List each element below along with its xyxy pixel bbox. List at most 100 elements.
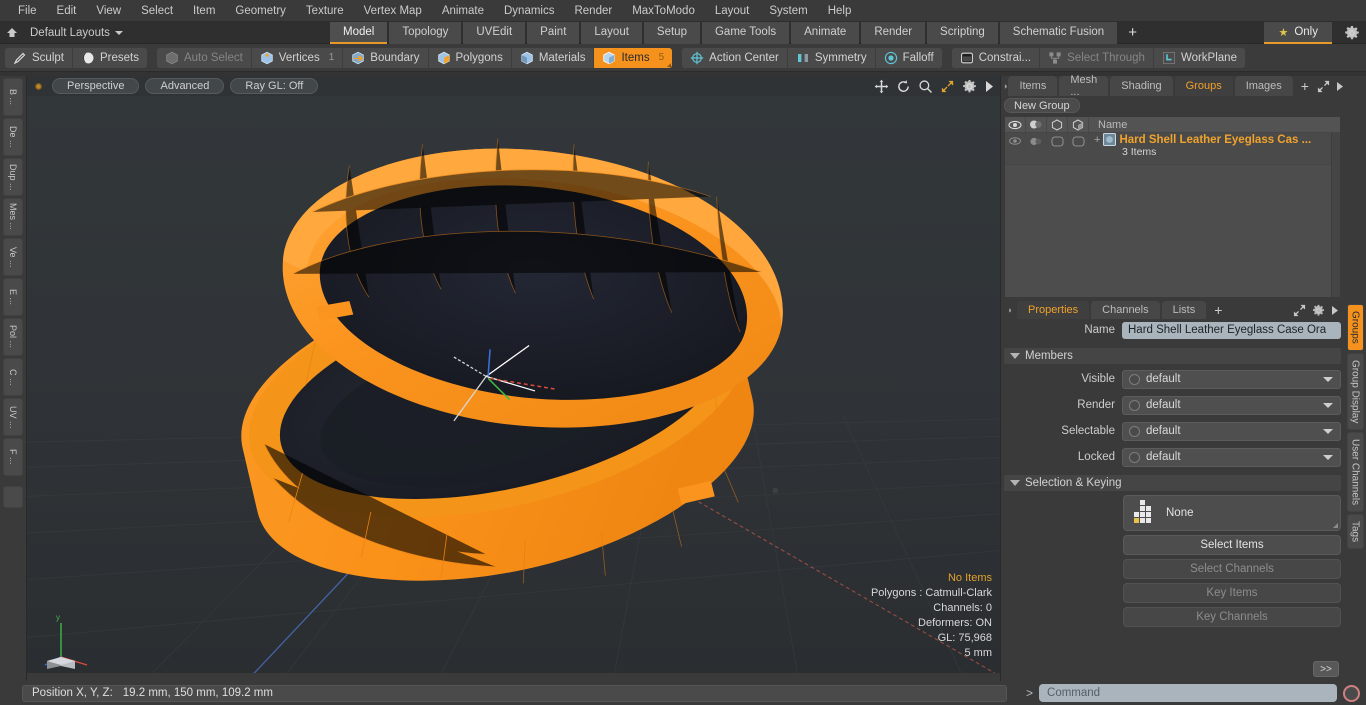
- gear-icon[interactable]: [1344, 25, 1360, 41]
- items-button[interactable]: Items 5: [594, 47, 673, 68]
- left-rail-tab-extra[interactable]: [3, 486, 23, 508]
- selection-set-selector[interactable]: None: [1123, 495, 1341, 531]
- polygons-button[interactable]: Polygons: [428, 47, 512, 68]
- falloff-button[interactable]: Falloff: [875, 47, 942, 68]
- symmetry-button[interactable]: Symmetry: [787, 47, 876, 68]
- menu-item-geometry[interactable]: Geometry: [225, 0, 296, 22]
- layout-tab-schematic-fusion[interactable]: Schematic Fusion: [999, 22, 1118, 44]
- sculpt-button[interactable]: Sculpt: [5, 47, 73, 68]
- name-input[interactable]: Hard Shell Leather Eyeglass Case Ora: [1122, 321, 1341, 339]
- vtab-user-channels[interactable]: User Channels: [1346, 432, 1364, 513]
- layout-tab-uvedit[interactable]: UVEdit: [463, 22, 526, 44]
- axis-orientation-widget[interactable]: y: [39, 607, 107, 669]
- layout-tab-paint[interactable]: Paint: [527, 22, 580, 44]
- expand-icon[interactable]: [1293, 304, 1306, 317]
- menu-item-vertex-map[interactable]: Vertex Map: [354, 0, 432, 22]
- new-group-button[interactable]: New Group: [1004, 98, 1080, 113]
- layout-tab-animate[interactable]: Animate: [791, 22, 860, 44]
- play-icon[interactable]: [984, 80, 994, 93]
- members-section-header[interactable]: Members: [1004, 348, 1341, 364]
- menu-item-item[interactable]: Item: [183, 0, 225, 22]
- render-icon[interactable]: [1026, 116, 1047, 133]
- menu-item-view[interactable]: View: [86, 0, 131, 22]
- chevron-right-icon[interactable]: [1331, 305, 1339, 316]
- channel-dot-icon[interactable]: [1129, 399, 1140, 411]
- key-channels-button[interactable]: Key Channels: [1123, 607, 1341, 627]
- vertices-button[interactable]: Vertices 1: [251, 47, 344, 68]
- visible-dropdown[interactable]: default: [1122, 369, 1341, 389]
- selectable-dropdown[interactable]: default: [1122, 421, 1341, 441]
- menu-item-edit[interactable]: Edit: [47, 0, 87, 22]
- action-center-button[interactable]: Action Center: [682, 47, 788, 68]
- panel-tab-groups[interactable]: Groups: [1174, 76, 1233, 96]
- left-rail-tab-uv[interactable]: UV ...: [3, 398, 23, 436]
- gear-icon[interactable]: [962, 79, 977, 94]
- left-rail-tab-deform[interactable]: De ...: [3, 118, 23, 156]
- select-channels-button[interactable]: Select Channels: [1123, 559, 1341, 579]
- left-rail-tab-curve[interactable]: C ...: [3, 358, 23, 396]
- tab-lists[interactable]: Lists: [1161, 301, 1207, 319]
- chevron-right-icon[interactable]: [1336, 81, 1344, 92]
- zoom-icon[interactable]: [918, 79, 933, 94]
- channel-dot-icon[interactable]: [1129, 425, 1140, 437]
- viewport-3d-canvas[interactable]: y No Items Polygons : Catmull-Clark Chan…: [27, 96, 1000, 681]
- layout-tab-setup[interactable]: Setup: [643, 22, 700, 44]
- gear-icon[interactable]: [1312, 304, 1325, 317]
- constraint-button[interactable]: Constrai...: [951, 47, 1041, 68]
- group-list-scrollbar[interactable]: [1331, 133, 1340, 297]
- vtab-group-display[interactable]: Group Display: [1346, 352, 1364, 431]
- presets-button[interactable]: Presets: [72, 47, 147, 68]
- menu-item-dynamics[interactable]: Dynamics: [494, 0, 564, 22]
- panel-tab-shading[interactable]: Shading: [1110, 76, 1173, 96]
- row-eye-toggle[interactable]: [1005, 133, 1026, 149]
- locked-dropdown[interactable]: default: [1122, 447, 1341, 467]
- viewport-shading-selector[interactable]: Advanced: [145, 78, 225, 94]
- menu-item-select[interactable]: Select: [131, 0, 183, 22]
- layout-tab-scripting[interactable]: Scripting: [927, 22, 998, 44]
- left-rail-tab-mesh[interactable]: Mes ...: [3, 198, 23, 236]
- channel-dot-icon[interactable]: [1129, 451, 1140, 463]
- only-toggle-button[interactable]: ★ Only: [1264, 22, 1332, 44]
- more-options-button[interactable]: >>: [1313, 661, 1339, 677]
- menu-item-file[interactable]: File: [8, 0, 47, 22]
- menu-item-texture[interactable]: Texture: [296, 0, 354, 22]
- row-shade-toggle[interactable]: [1068, 133, 1089, 149]
- auto-select-button[interactable]: Auto Select: [156, 47, 252, 68]
- command-input[interactable]: Command: [1039, 684, 1337, 702]
- panel-tab-images[interactable]: Images: [1234, 76, 1293, 96]
- fit-icon[interactable]: [940, 79, 955, 94]
- table-row[interactable]: + Hard Shell Leather Eyeglass Cas ... 3 …: [1005, 133, 1340, 165]
- expand-icon[interactable]: [1317, 80, 1330, 93]
- channel-dot-icon[interactable]: [1129, 373, 1140, 385]
- render-dropdown[interactable]: default: [1122, 395, 1341, 415]
- workplane-button[interactable]: WorkPlane: [1153, 47, 1245, 68]
- home-icon[interactable]: [0, 22, 24, 44]
- menu-item-layout[interactable]: Layout: [705, 0, 760, 22]
- left-rail-tab-polygon[interactable]: Pol ...: [3, 318, 23, 356]
- viewport-raygl-selector[interactable]: Ray GL: Off: [230, 78, 319, 94]
- properties-menu-icon[interactable]: ◗: [1003, 301, 1017, 319]
- menu-item-help[interactable]: Help: [818, 0, 862, 22]
- key-items-button[interactable]: Key Items: [1123, 583, 1341, 603]
- shade-icon[interactable]: [1068, 116, 1089, 133]
- move-icon[interactable]: [874, 79, 889, 94]
- left-rail-tab-duplicate[interactable]: Dup ...: [3, 158, 23, 196]
- add-properties-tab-button[interactable]: +: [1208, 301, 1228, 319]
- vtab-tags[interactable]: Tags: [1346, 514, 1364, 550]
- row-wire-toggle[interactable]: [1047, 133, 1068, 149]
- vtab-groups[interactable]: Groups: [1346, 304, 1364, 351]
- layout-tab-render[interactable]: Render: [861, 22, 926, 44]
- eye-icon[interactable]: [1005, 116, 1026, 133]
- select-items-button[interactable]: Select Items: [1123, 535, 1341, 555]
- selection-keying-section-header[interactable]: Selection & Keying: [1004, 475, 1341, 491]
- left-rail-tab-edge[interactable]: E ...: [3, 278, 23, 316]
- left-rail-tab-vertex[interactable]: Ve ...: [3, 238, 23, 276]
- menu-item-system[interactable]: System: [759, 0, 817, 22]
- left-rail-tab-basic[interactable]: B ...: [3, 78, 23, 116]
- layout-tab-game-tools[interactable]: Game Tools: [701, 22, 790, 44]
- menu-item-render[interactable]: Render: [564, 0, 622, 22]
- select-through-button[interactable]: Select Through: [1040, 47, 1154, 68]
- add-layout-tab-button[interactable]: +: [1119, 22, 1146, 44]
- rotate-icon[interactable]: [896, 79, 911, 94]
- expand-toggle-icon[interactable]: +: [1094, 134, 1100, 146]
